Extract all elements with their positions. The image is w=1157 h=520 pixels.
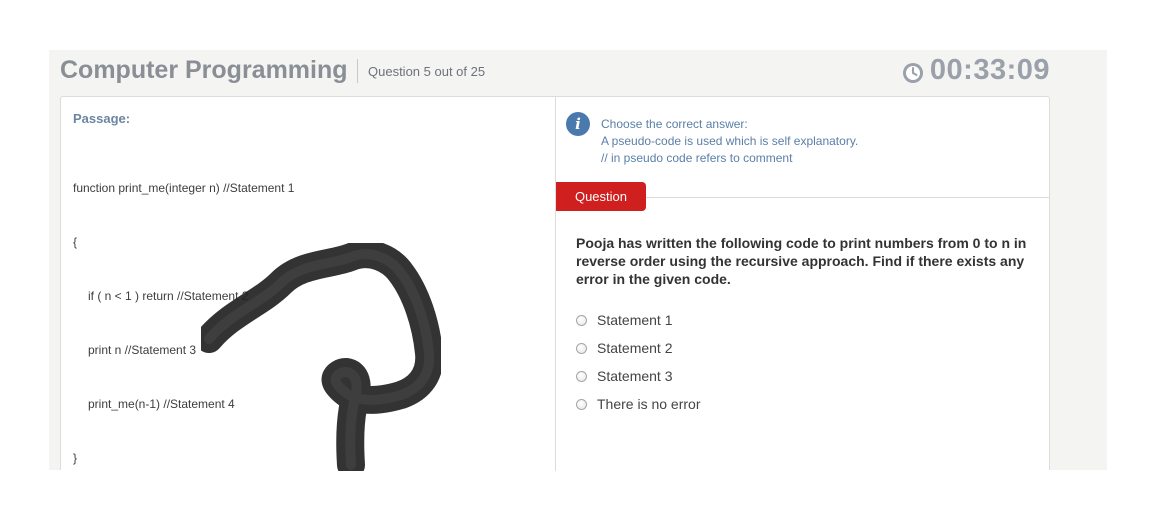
- radio-button[interactable]: [576, 370, 587, 382]
- info-icon: i: [566, 112, 590, 136]
- radio-button[interactable]: [576, 342, 587, 354]
- page: Computer Programming Question 5 out of 2…: [0, 0, 1157, 520]
- passage-title: Passage:: [73, 111, 131, 126]
- radio-button[interactable]: [576, 398, 587, 410]
- option-label: Statement 3: [597, 368, 673, 384]
- tab-question[interactable]: Question: [556, 182, 646, 211]
- answer-options: Statement 1 Statement 2 Statement 3 Ther…: [576, 306, 700, 418]
- instruction-line: A pseudo-code is used which is self expl…: [601, 134, 859, 148]
- option-label: Statement 1: [597, 312, 673, 328]
- instruction-line: Choose the correct answer:: [601, 117, 748, 131]
- timer-value: 00:33:09: [929, 54, 1050, 86]
- question-counter: Question 5 out of 25: [368, 64, 486, 79]
- radio-button[interactable]: [576, 314, 587, 326]
- title-divider: [357, 59, 358, 83]
- question-mark-scribble: [201, 243, 441, 471]
- option-label: There is no error: [597, 396, 701, 412]
- clock-icon: [902, 62, 923, 83]
- passage-pane: Passage: function print_me(integer n) //…: [61, 97, 556, 471]
- answer-option-2[interactable]: Statement 2: [576, 334, 700, 362]
- page-title: Computer Programming: [60, 56, 348, 84]
- instructions: Choose the correct answer: A pseudo-code…: [601, 116, 858, 167]
- question-panel: Passage: function print_me(integer n) //…: [60, 96, 1050, 471]
- answer-option-1[interactable]: Statement 1: [576, 306, 700, 334]
- instruction-line: // in pseudo code refers to comment: [601, 151, 793, 165]
- timer: 00:33:09: [902, 54, 1050, 87]
- question-text: Pooja has written the following code to …: [576, 235, 1027, 287]
- question-pane: i Choose the correct answer: A pseudo-co…: [556, 97, 1049, 471]
- answer-option-4[interactable]: There is no error: [576, 390, 700, 418]
- header: Computer Programming Question 5 out of 2…: [60, 52, 1050, 92]
- code-line: function print_me(integer n) //Statement…: [73, 181, 295, 195]
- option-label: Statement 2: [597, 340, 673, 356]
- answer-option-3[interactable]: Statement 3: [576, 362, 700, 390]
